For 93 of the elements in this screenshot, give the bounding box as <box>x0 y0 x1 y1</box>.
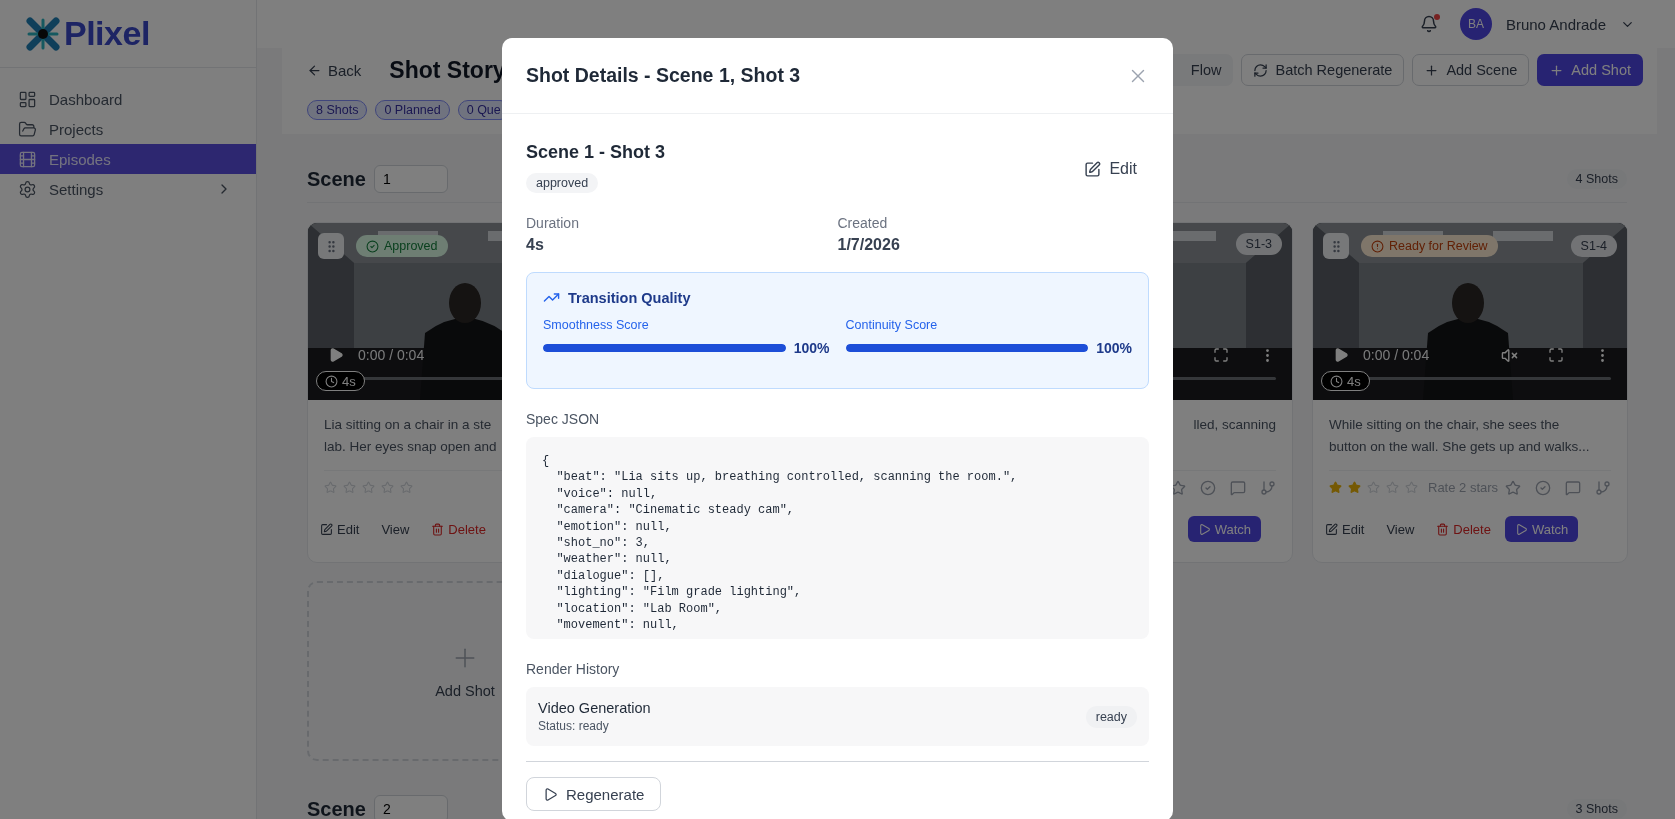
play-icon[interactable] <box>1333 347 1349 363</box>
edit-icon <box>1084 160 1102 178</box>
mute-icon[interactable] <box>1501 346 1518 364</box>
count-badge: 8 Shots <box>307 100 368 120</box>
bell-icon[interactable] <box>1419 15 1438 33</box>
delete-button[interactable]: Delete <box>1428 516 1499 542</box>
page-title: Shot Story <box>389 56 506 84</box>
toolbar-button[interactable]: Add Scene <box>1412 54 1530 86</box>
status-badge: ready <box>1085 705 1137 728</box>
shot-description: Lia sitting on a chair in a ste lab. Her eyes snap open and <box>324 416 497 456</box>
scene-label: Scene <box>307 167 366 191</box>
status-badge: Approved <box>356 235 448 257</box>
play-icon <box>1514 522 1528 536</box>
render-status: Status: ready <box>538 719 610 734</box>
duration-badge: 4s <box>316 371 365 391</box>
dialog-title: Shot Details - Scene 1, Shot 3 <box>526 64 801 87</box>
status-badge: Ready for Review <box>1361 235 1498 257</box>
scene-number-field[interactable]: 2 <box>373 795 448 819</box>
star-icon[interactable] <box>1329 481 1342 494</box>
alert-circle-icon <box>1371 239 1384 253</box>
view-button[interactable]: View <box>1378 516 1423 542</box>
clock-icon <box>325 374 338 388</box>
view-button[interactable]: View <box>373 516 418 542</box>
plus-icon <box>1424 62 1440 78</box>
edit-button[interactable]: Edit <box>1072 156 1149 182</box>
section-label: Spec JSON <box>526 411 601 427</box>
clock-icon <box>1330 374 1343 388</box>
edit-icon <box>1325 522 1338 536</box>
app-logo[interactable]: Plixel <box>64 14 150 53</box>
duration-badge: 4s <box>1321 371 1370 391</box>
comment-icon[interactable] <box>1230 479 1246 496</box>
score-reading: 100% <box>1096 340 1132 356</box>
toolbar-button[interactable]: Add Shot <box>1537 54 1643 86</box>
edit-button[interactable]: Edit <box>1317 516 1373 542</box>
watch-button[interactable]: Watch <box>1504 516 1579 542</box>
field-value: 1/7/2026 <box>837 236 901 254</box>
edit-button[interactable]: Edit <box>312 516 368 542</box>
video-time: 0:00 / 0:04 <box>358 347 425 363</box>
play-icon <box>1197 522 1211 536</box>
sidebar-item[interactable]: Settings <box>0 174 256 204</box>
drag-handle[interactable] <box>1323 233 1349 259</box>
branch-icon[interactable] <box>1595 479 1611 496</box>
video-time: 0:00 / 0:04 <box>1363 347 1430 363</box>
sidebar-item[interactable]: Episodes <box>0 144 256 174</box>
fullscreen-icon[interactable] <box>1548 347 1564 363</box>
spec-json-code: { "beat": "Lia sits up, breathing controlled, scanning the room.", "voice": null, "camera": "Cinematic steady cam", "emotion": null, "shot_no": 3, "weather": null, "dialogue": [], "lighting": "Film grade lighting", "location": "Lab Room", "movement": null, <box>526 437 1149 640</box>
delete-button[interactable]: Delete <box>423 516 494 542</box>
edit-icon <box>320 522 333 536</box>
comment-icon[interactable] <box>1565 479 1581 496</box>
user-name: Bruno Andrade <box>1505 15 1606 33</box>
film-icon <box>18 149 37 169</box>
field-label: Duration <box>526 215 580 231</box>
sidebar-item[interactable]: Projects <box>0 114 256 144</box>
scene-label: Scene <box>307 797 366 819</box>
score-reading: 100% <box>793 340 830 356</box>
dashboard-icon <box>18 89 37 109</box>
star-icon[interactable] <box>1348 481 1361 494</box>
check-circle-icon <box>366 239 379 253</box>
section-label: Render History <box>526 661 621 678</box>
play-icon <box>543 786 558 802</box>
toolbar-button[interactable]: Batch Regenerate <box>1241 54 1405 86</box>
star-icon[interactable] <box>1505 479 1521 496</box>
field-label: Created <box>837 215 889 231</box>
shot-description: While sitting on the chair, she sees the button on the wall. She gets up and walks... <box>1329 416 1590 456</box>
shot-description: lled, scanning <box>1193 416 1276 434</box>
check-circle-icon[interactable] <box>1200 479 1216 496</box>
user-avatar[interactable]: BA <box>1459 8 1492 40</box>
settings-icon <box>18 179 37 199</box>
back-link[interactable]: Back <box>307 61 362 79</box>
trash-icon <box>1436 522 1450 536</box>
drag-handle[interactable] <box>318 233 344 259</box>
field-value: 4s <box>526 236 545 254</box>
star-rating[interactable] <box>1329 481 1418 494</box>
status-badge: approved <box>526 173 599 193</box>
panel-title: Transition Quality <box>568 289 691 306</box>
refresh-icon <box>1253 62 1269 78</box>
count-badge: 0 Planned <box>375 100 450 120</box>
play-icon[interactable] <box>328 347 344 363</box>
folder-icon <box>18 119 37 139</box>
star-icon[interactable] <box>1170 479 1186 496</box>
shot-heading: Scene 1 - Shot 3 <box>526 142 666 163</box>
metric-label: Continuity Score <box>845 318 939 332</box>
watch-button[interactable]: Watch <box>1187 516 1261 542</box>
regenerate-button[interactable]: Regenerate <box>526 777 662 812</box>
fullscreen-icon[interactable] <box>1213 347 1229 363</box>
trash-icon <box>431 522 445 536</box>
logo-icon <box>26 16 60 51</box>
branch-icon[interactable] <box>1260 479 1276 496</box>
check-circle-icon[interactable] <box>1535 479 1551 496</box>
plus-icon <box>1549 62 1565 78</box>
metric-label: Smoothness Score <box>543 318 650 332</box>
scene-number-field[interactable]: 1 <box>373 165 448 193</box>
sidebar-item[interactable]: Dashboard <box>0 84 256 114</box>
